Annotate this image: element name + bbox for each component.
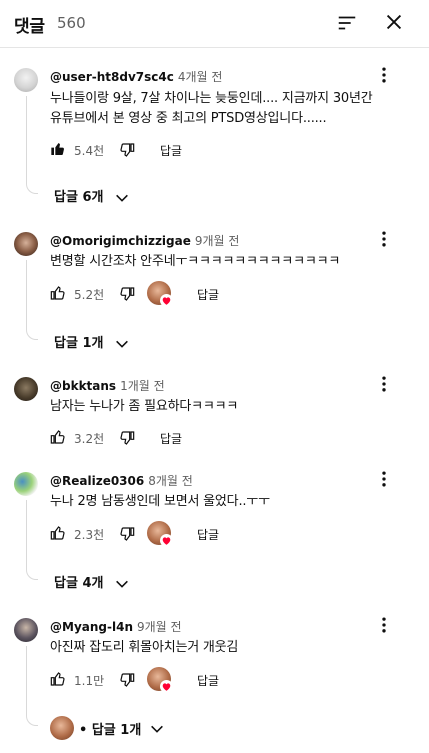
creator-heart-badge bbox=[147, 521, 173, 547]
comment-time[interactable]: 8개월 전 bbox=[148, 474, 193, 488]
thread-line bbox=[26, 260, 38, 340]
heart-icon bbox=[160, 680, 173, 693]
avatar[interactable] bbox=[14, 472, 38, 496]
like-count: 5.2천 bbox=[74, 288, 105, 302]
more-vert-icon[interactable] bbox=[374, 65, 394, 85]
more-vert-icon[interactable] bbox=[374, 469, 394, 489]
like-count: 2.3천 bbox=[74, 528, 105, 542]
comment-actions: 2.3천 답글 bbox=[50, 521, 350, 547]
reply-button[interactable]: 답글 bbox=[197, 286, 219, 303]
reply-button[interactable]: 답글 bbox=[197, 672, 219, 689]
comment-text: 남자는 누나가 좀 필요하다ㅋㅋㅋㅋ bbox=[50, 397, 402, 417]
like-count: 3.2천 bbox=[74, 432, 105, 446]
more-vert-icon[interactable] bbox=[374, 374, 394, 394]
comment-meta: @Omorigimchizzigae 9개월 전 bbox=[50, 232, 239, 249]
comment-line: 변명할 시간조차 안주네ㅜㅋㅋㅋㅋㅋㅋㅋㅋㅋㅋㅋㅋㅋ bbox=[50, 254, 341, 269]
reply-button[interactable]: 답글 bbox=[160, 142, 182, 159]
thumb-up-icon[interactable] bbox=[50, 141, 66, 157]
reply-button[interactable]: 답글 bbox=[197, 526, 219, 543]
chevron-down-icon bbox=[116, 194, 128, 202]
avatar[interactable] bbox=[14, 618, 38, 642]
thumb-down-icon[interactable] bbox=[119, 672, 135, 688]
thread-line bbox=[26, 96, 38, 194]
replies-toggle[interactable]: 답글 6개 bbox=[54, 186, 128, 208]
comment-time[interactable]: 9개월 전 bbox=[195, 234, 240, 248]
avatar[interactable] bbox=[14, 377, 38, 401]
thumb-down-icon[interactable] bbox=[119, 526, 135, 542]
comment-author[interactable]: @bkktans bbox=[50, 379, 116, 393]
thumb-down-icon[interactable] bbox=[119, 286, 135, 302]
comment-meta: @bkktans 1개월 전 bbox=[50, 377, 165, 394]
creator-avatar bbox=[50, 716, 74, 740]
thumb-up-icon[interactable] bbox=[50, 671, 66, 687]
comment-count: 560 bbox=[57, 14, 86, 32]
creator-heart-badge bbox=[147, 667, 173, 693]
comment-text: 아진짜 잡도리 휘몰아치는거 개웃김 bbox=[50, 638, 402, 658]
replies-label: 답글 4개 bbox=[54, 576, 104, 591]
comment-line: 유튜브에서 본 영상 중 최고의 PTSD영상입니다...... bbox=[50, 111, 327, 126]
comment-line: 누나 2명 남동생인데 보면서 울었다..ㅜㅜ bbox=[50, 494, 270, 509]
comment-meta: @user-ht8dv7sc4c 4개월 전 bbox=[50, 68, 222, 85]
replies-label: 답글 6개 bbox=[54, 190, 104, 205]
comment-text: 누나 2명 남동생인데 보면서 울었다..ㅜㅜ bbox=[50, 492, 402, 512]
reply-button[interactable]: 답글 bbox=[160, 430, 182, 447]
thumb-up-icon[interactable] bbox=[50, 525, 66, 541]
replies-label: 답글 1개 bbox=[54, 336, 104, 351]
like-count: 5.4천 bbox=[74, 144, 105, 158]
comment-text: 변명할 시간조차 안주네ㅜㅋㅋㅋㅋㅋㅋㅋㅋㅋㅋㅋㅋㅋ bbox=[50, 252, 402, 272]
thread-line bbox=[26, 646, 38, 726]
comment-actions: 1.1만 답글 bbox=[50, 667, 350, 693]
comment-author[interactable]: @Omorigimchizzigae bbox=[50, 234, 191, 248]
comment-line: 누나들이랑 9살, 7살 차이나는 늦둥인데.... 지금까지 30년간 bbox=[50, 91, 373, 106]
comment-actions: 5.4천 답글 bbox=[50, 139, 350, 161]
comment-author[interactable]: @user-ht8dv7sc4c bbox=[50, 70, 174, 84]
avatar[interactable] bbox=[14, 232, 38, 256]
comment-actions: 3.2천 답글 bbox=[50, 427, 350, 449]
like-count: 1.1만 bbox=[74, 674, 105, 688]
comment-time[interactable]: 4개월 전 bbox=[178, 70, 223, 84]
comment-line: 아진짜 잡도리 휘몰아치는거 개웃김 bbox=[50, 640, 239, 655]
comment-actions: 5.2천 답글 bbox=[50, 281, 350, 307]
heart-icon bbox=[160, 294, 173, 307]
thread-line bbox=[26, 500, 38, 580]
thumb-down-icon[interactable] bbox=[119, 142, 135, 158]
comment-author[interactable]: @Realize0306 bbox=[50, 474, 144, 488]
panel-title: 댓글 bbox=[14, 17, 45, 37]
heart-icon bbox=[160, 534, 173, 547]
sort-icon[interactable] bbox=[336, 12, 358, 34]
avatar[interactable] bbox=[14, 68, 38, 92]
thumb-up-icon[interactable] bbox=[50, 429, 66, 445]
more-vert-icon[interactable] bbox=[374, 615, 394, 635]
chevron-down-icon bbox=[116, 340, 128, 348]
close-icon[interactable] bbox=[383, 11, 405, 33]
chevron-down-icon bbox=[116, 580, 128, 588]
comment-author[interactable]: @Myang-l4n bbox=[50, 620, 133, 634]
comment-text: 누나들이랑 9살, 7살 차이나는 늦둥인데.... 지금까지 30년간 유튜브… bbox=[50, 89, 402, 129]
replies-label: • 답글 1개 bbox=[79, 723, 142, 738]
thumb-down-icon[interactable] bbox=[119, 430, 135, 446]
more-vert-icon[interactable] bbox=[374, 229, 394, 249]
comments-header: 댓글 560 bbox=[0, 0, 429, 48]
comment-meta: @Myang-l4n 9개월 전 bbox=[50, 618, 182, 635]
thumb-up-icon[interactable] bbox=[50, 285, 66, 301]
comment-time[interactable]: 9개월 전 bbox=[137, 620, 182, 634]
comment-meta: @Realize0306 8개월 전 bbox=[50, 472, 193, 489]
replies-toggle[interactable]: 답글 4개 bbox=[54, 572, 128, 594]
creator-heart-badge bbox=[147, 281, 173, 307]
comment-line: 남자는 누나가 좀 필요하다ㅋㅋㅋㅋ bbox=[50, 399, 239, 414]
comment-time[interactable]: 1개월 전 bbox=[120, 379, 165, 393]
chevron-down-icon bbox=[151, 725, 163, 733]
replies-toggle[interactable]: 답글 1개 bbox=[54, 332, 128, 354]
